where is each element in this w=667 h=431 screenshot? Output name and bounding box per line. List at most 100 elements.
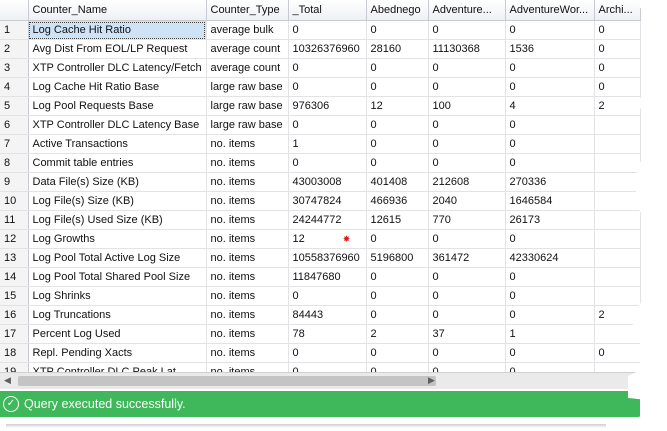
- cell-archive[interactable]: 2: [594, 96, 641, 116]
- cell-total[interactable]: 10326376960: [288, 39, 367, 59]
- cell-adventure[interactable]: 100: [428, 96, 506, 116]
- cell-rownum[interactable]: 2: [0, 39, 29, 59]
- cell-rownum[interactable]: 11: [0, 210, 29, 230]
- cell-archive[interactable]: 0: [594, 58, 641, 78]
- cell-adventureworks[interactable]: 0: [505, 286, 595, 306]
- cell-total[interactable]: 43003008: [288, 172, 367, 192]
- cell-abednego[interactable]: 12: [366, 96, 429, 116]
- cell-adventureworks[interactable]: 0: [505, 20, 595, 40]
- cell-counter-type[interactable]: no. items: [206, 343, 289, 363]
- cell-rownum[interactable]: 8: [0, 153, 29, 173]
- cell-counter-type[interactable]: average bulk: [206, 20, 289, 40]
- cell-counter-name[interactable]: Commit table entries: [28, 153, 207, 173]
- cell-rownum[interactable]: 7: [0, 134, 29, 154]
- cell-adventureworks[interactable]: 0: [505, 267, 595, 287]
- cell-adventure[interactable]: 0: [428, 305, 506, 325]
- cell-counter-type[interactable]: no. items: [206, 248, 289, 268]
- cell-abednego[interactable]: 5196800: [366, 248, 429, 268]
- cell-abednego[interactable]: 0: [366, 77, 429, 97]
- cell-counter-name[interactable]: Log Pool Total Active Log Size: [28, 248, 207, 268]
- table-row[interactable]: 12 Log Growths no. items 12 ✸ 0 0 0: [0, 229, 641, 249]
- cell-adventure[interactable]: 0: [428, 229, 506, 249]
- cell-archive[interactable]: [594, 115, 641, 135]
- cell-total[interactable]: 10558376960: [288, 248, 367, 268]
- cell-adventureworks[interactable]: 0: [505, 229, 595, 249]
- cell-adventureworks[interactable]: 0: [505, 58, 595, 78]
- cell-counter-type[interactable]: no. items: [206, 134, 289, 154]
- cell-archive[interactable]: 0: [594, 343, 641, 363]
- column-header-counter-name[interactable]: Counter_Name: [28, 0, 207, 21]
- cell-rownum[interactable]: 18: [0, 343, 29, 363]
- cell-total[interactable]: 0: [288, 77, 367, 97]
- table-row[interactable]: 1 Log Cache Hit Ratio average bulk 0 0 0 0 0: [0, 20, 641, 40]
- cell-counter-type[interactable]: no. items: [206, 267, 289, 287]
- cell-adventure[interactable]: 361472: [428, 248, 506, 268]
- cell-total[interactable]: 0: [288, 153, 367, 173]
- cell-counter-type[interactable]: no. items: [206, 172, 289, 192]
- cell-counter-name[interactable]: Log Pool Total Shared Pool Size: [28, 267, 207, 287]
- cell-total[interactable]: 84443: [288, 305, 367, 325]
- cell-counter-name[interactable]: Repl. Pending Xacts: [28, 343, 207, 363]
- cell-abednego[interactable]: 0: [366, 58, 429, 78]
- cell-archive[interactable]: [594, 248, 641, 268]
- cell-archive[interactable]: 2: [594, 305, 641, 325]
- column-header-rownum[interactable]: [0, 0, 29, 21]
- cell-counter-name[interactable]: Data File(s) Size (KB): [28, 172, 207, 192]
- cell-counter-name[interactable]: Avg Dist From EOL/LP Request: [28, 39, 207, 59]
- cell-rownum[interactable]: 9: [0, 172, 29, 192]
- cell-adventure[interactable]: 0: [428, 20, 506, 40]
- cell-adventureworks[interactable]: 0: [505, 134, 595, 154]
- cell-rownum[interactable]: 13: [0, 248, 29, 268]
- cell-total[interactable]: 12 ✸: [288, 229, 367, 249]
- cell-archive[interactable]: 0: [594, 39, 641, 59]
- cell-total[interactable]: 30747824: [288, 191, 367, 211]
- cell-archive[interactable]: [594, 134, 641, 154]
- cell-counter-name[interactable]: Percent Log Used: [28, 324, 207, 344]
- cell-total[interactable]: 24244772: [288, 210, 367, 230]
- cell-archive[interactable]: [594, 324, 641, 344]
- cell-abednego[interactable]: 0: [366, 305, 429, 325]
- cell-rownum[interactable]: 3: [0, 58, 29, 78]
- cell-abednego[interactable]: 0: [366, 153, 429, 173]
- cell-counter-type[interactable]: large raw base: [206, 115, 289, 135]
- cell-adventure[interactable]: 212608: [428, 172, 506, 192]
- table-row[interactable]: 8 Commit table entries no. items 0 0 0 0: [0, 153, 641, 173]
- column-header-abednego[interactable]: Abednego: [366, 0, 429, 21]
- cell-adventureworks[interactable]: 26173: [505, 210, 595, 230]
- cell-rownum[interactable]: 14: [0, 267, 29, 287]
- column-header-counter-type[interactable]: Counter_Type: [206, 0, 289, 21]
- table-row[interactable]: 9 Data File(s) Size (KB) no. items 43003008…: [0, 172, 641, 192]
- column-header-total[interactable]: _Total: [288, 0, 367, 21]
- cell-adventure[interactable]: 0: [428, 77, 506, 97]
- column-header-adventure[interactable]: Adventure...: [428, 0, 506, 21]
- cell-counter-type[interactable]: no. items: [206, 210, 289, 230]
- cell-abednego[interactable]: 12615: [366, 210, 429, 230]
- cell-counter-type[interactable]: large raw base: [206, 77, 289, 97]
- cell-counter-name[interactable]: Log Pool Requests Base: [28, 96, 207, 116]
- cell-abednego[interactable]: 2: [366, 324, 429, 344]
- cell-archive[interactable]: [594, 210, 641, 230]
- cell-adventureworks[interactable]: 1646584: [505, 191, 595, 211]
- cell-abednego[interactable]: 401408: [366, 172, 429, 192]
- table-row[interactable]: 15 Log Shrinks no. items 0 0 0 0: [0, 286, 641, 306]
- cell-archive[interactable]: 0: [594, 20, 641, 40]
- table-row[interactable]: 17 Percent Log Used no. items 78 2 37 1: [0, 324, 641, 344]
- cell-counter-type[interactable]: no. items: [206, 229, 289, 249]
- cell-counter-type[interactable]: no. items: [206, 191, 289, 211]
- cell-rownum[interactable]: 4: [0, 77, 29, 97]
- cell-total[interactable]: 1: [288, 134, 367, 154]
- cell-adventureworks[interactable]: 0: [505, 153, 595, 173]
- cell-abednego[interactable]: 0: [366, 20, 429, 40]
- cell-counter-type[interactable]: average count: [206, 58, 289, 78]
- table-row[interactable]: 13 Log Pool Total Active Log Size no. item…: [0, 248, 641, 268]
- cell-counter-name[interactable]: XTP Controller DLC Latency/Fetch: [28, 58, 207, 78]
- cell-adventure[interactable]: 2040: [428, 191, 506, 211]
- table-row[interactable]: 11 Log File(s) Used Size (KB) no. items 242…: [0, 210, 641, 230]
- scroll-right-arrow-icon[interactable]: ▶: [428, 375, 435, 386]
- table-row[interactable]: 18 Repl. Pending Xacts no. items 0 0 0 0 0: [0, 343, 641, 363]
- cell-adventure[interactable]: 11130368: [428, 39, 506, 59]
- cell-rownum[interactable]: 15: [0, 286, 29, 306]
- cell-counter-name[interactable]: Log Cache Hit Ratio Base: [28, 77, 207, 97]
- cell-rownum[interactable]: 6: [0, 115, 29, 135]
- cell-total[interactable]: 976306: [288, 96, 367, 116]
